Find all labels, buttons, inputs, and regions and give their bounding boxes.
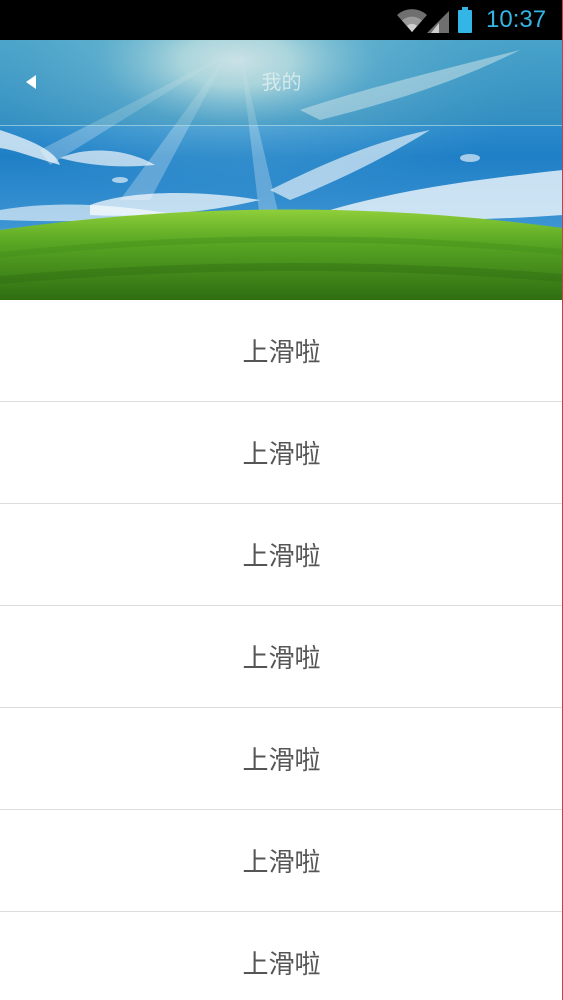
signal-icon xyxy=(427,11,449,33)
list-item[interactable]: 上滑啦 xyxy=(0,912,563,1000)
wifi-icon xyxy=(397,9,427,33)
status-bar: 10:37 xyxy=(0,0,563,40)
list-item[interactable]: 上滑啦 xyxy=(0,606,563,708)
status-clock: 10:37 xyxy=(486,6,547,33)
content-list[interactable]: 上滑啦 上滑啦 上滑啦 上滑啦 上滑啦 上滑啦 上滑啦 xyxy=(0,300,563,1000)
back-button[interactable] xyxy=(10,62,54,102)
list-item[interactable]: 上滑啦 xyxy=(0,504,563,606)
title-bar: 我的 xyxy=(0,40,563,126)
back-arrow-icon xyxy=(26,75,36,89)
list-item[interactable]: 上滑啦 xyxy=(0,810,563,912)
app-screen: 10:37 我的 上滑啦 上滑啦 上滑啦 上滑啦 上滑啦 上滑啦 上滑啦 xyxy=(0,0,563,1000)
header: 我的 xyxy=(0,40,563,300)
list-item[interactable]: 上滑啦 xyxy=(0,402,563,504)
list-item[interactable]: 上滑啦 xyxy=(0,300,563,402)
battery-icon xyxy=(458,7,472,33)
page-title: 我的 xyxy=(261,70,302,94)
list-item[interactable]: 上滑啦 xyxy=(0,708,563,810)
